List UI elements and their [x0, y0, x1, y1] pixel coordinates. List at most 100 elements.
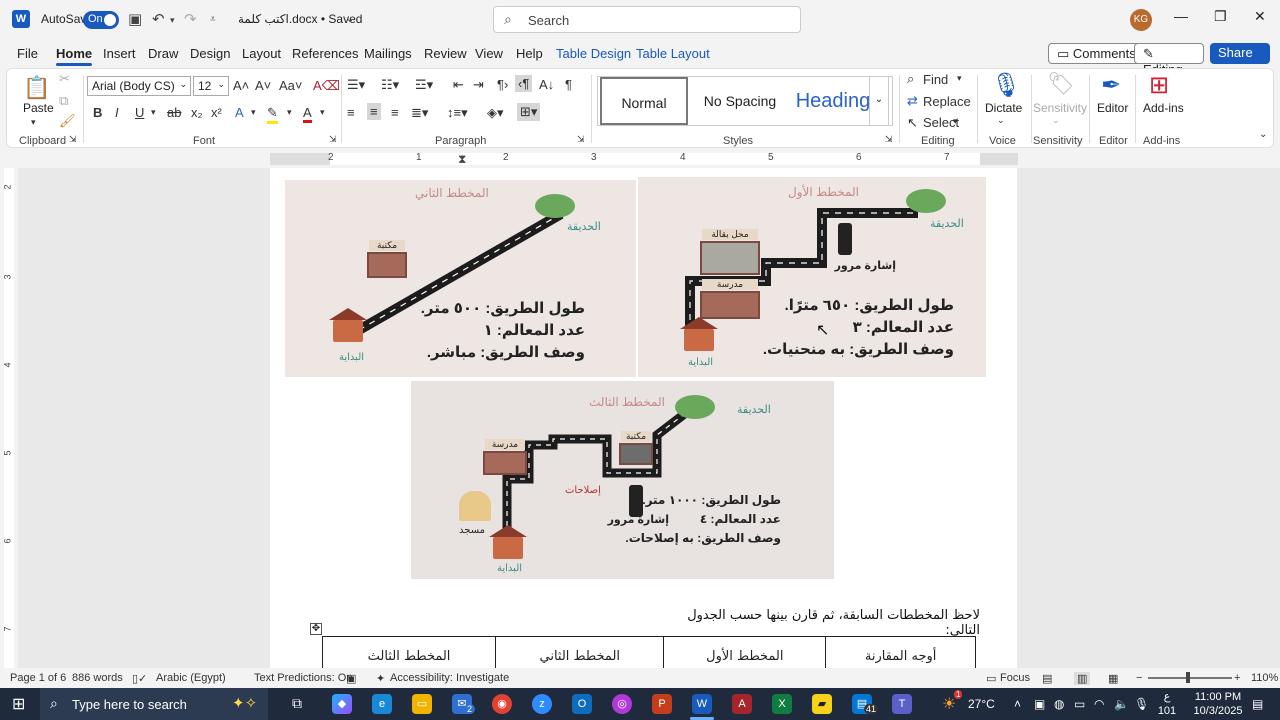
- clipboard-launcher-icon[interactable]: ⇲: [69, 134, 77, 145]
- customize-toolbar-icon[interactable]: ⩡: [210, 14, 216, 25]
- ltr-icon[interactable]: ¶›: [497, 77, 508, 92]
- find-label[interactable]: Find: [923, 72, 948, 87]
- editor-icon[interactable]: ✒: [1101, 71, 1121, 100]
- table-move-handle-icon[interactable]: ✥: [310, 623, 322, 635]
- document-title[interactable]: اكتب كلمة.docx • Saved: [238, 12, 362, 26]
- style-heading[interactable]: Heading: [788, 77, 878, 125]
- find-dropdown-icon[interactable]: ▾: [957, 73, 962, 84]
- tray-overflow-icon[interactable]: ˄: [1014, 697, 1021, 711]
- sensitivity-button-label[interactable]: Sensitivity: [1033, 101, 1087, 115]
- font-name-box[interactable]: Arial (Body CS) ⌄: [87, 76, 191, 96]
- tab-table-layout[interactable]: Table Layout: [636, 46, 710, 61]
- wifi-icon[interactable]: ◠: [1094, 697, 1104, 711]
- decrease-indent-icon[interactable]: ⇤: [453, 77, 464, 93]
- font-launcher-icon[interactable]: ⇲: [329, 134, 337, 145]
- macro-icon[interactable]: ▣: [346, 672, 356, 685]
- taskbar-search[interactable]: ⌕ Type here to search ✦✧: [40, 688, 268, 720]
- windows-start-icon[interactable]: ⊞: [12, 694, 25, 714]
- vertical-ruler[interactable]: 2 3 4 5 6 7: [0, 168, 18, 668]
- web-layout-icon[interactable]: ▦: [1108, 672, 1118, 685]
- copilot-sparkle-icon[interactable]: ✦✧: [232, 694, 257, 712]
- table-header-cell[interactable]: المخطط الثالث: [321, 636, 497, 668]
- select-dropdown-icon[interactable]: ▾: [953, 116, 958, 127]
- paragraph-launcher-icon[interactable]: ⇲: [577, 134, 585, 145]
- tab-mailings[interactable]: Mailings: [364, 46, 412, 61]
- tab-home[interactable]: Home: [56, 46, 93, 66]
- shrink-font-icon[interactable]: A˅: [255, 78, 271, 93]
- font-name-dropdown-icon[interactable]: ⌄: [179, 79, 187, 90]
- find-icon[interactable]: ⌕: [907, 71, 914, 87]
- font-size-dropdown-icon[interactable]: ⌄: [217, 79, 225, 90]
- zoom-slider-thumb[interactable]: [1186, 672, 1190, 683]
- superscript-icon[interactable]: x²: [211, 105, 222, 120]
- highlight-icon[interactable]: ✎: [267, 105, 278, 124]
- align-center-icon[interactable]: ≡: [367, 103, 381, 120]
- ruler-indent-marker-icon[interactable]: ⧗: [458, 152, 466, 167]
- zoom-in-icon[interactable]: +: [1234, 672, 1240, 684]
- print-layout-icon[interactable]: ▥: [1074, 672, 1091, 685]
- collapse-ribbon-icon[interactable]: ⌄: [1259, 129, 1267, 140]
- accessibility-status[interactable]: Accessibility: Investigate: [390, 672, 509, 684]
- shading-icon[interactable]: ◈▾: [487, 105, 504, 121]
- tab-file[interactable]: File: [17, 46, 38, 61]
- zoom-slider[interactable]: [1148, 677, 1232, 679]
- word-count[interactable]: 886 words: [72, 672, 123, 684]
- undo-icon[interactable]: ↶: [152, 10, 165, 28]
- underline-dropdown-icon[interactable]: ▾: [151, 107, 156, 118]
- highlight-dropdown-icon[interactable]: ▾: [287, 107, 292, 118]
- justify-icon[interactable]: ≣▾: [411, 105, 428, 121]
- zoom-app-icon[interactable]: z: [532, 694, 552, 714]
- align-left-icon[interactable]: ≡: [347, 105, 355, 120]
- undo-dropdown-icon[interactable]: ▾: [170, 15, 175, 26]
- tab-insert[interactable]: Insert: [103, 46, 136, 61]
- battery-icon[interactable]: ▭: [1074, 697, 1085, 711]
- weather-temp[interactable]: 27°C: [968, 697, 995, 711]
- borders-icon[interactable]: ⊞▾: [517, 103, 541, 121]
- cut-icon[interactable]: ✂: [59, 71, 70, 87]
- bullets-icon[interactable]: ☰▾: [347, 77, 365, 93]
- increase-indent-icon[interactable]: ⇥: [473, 77, 484, 93]
- bold-icon[interactable]: B: [93, 105, 102, 120]
- paste-icon[interactable]: 📋: [23, 75, 50, 101]
- sticky-notes-icon[interactable]: ▰: [812, 694, 832, 714]
- addins-button-label[interactable]: Add-ins: [1143, 101, 1184, 115]
- read-mode-icon[interactable]: ▤: [1042, 672, 1052, 685]
- avatar[interactable]: KG: [1130, 9, 1152, 31]
- text-predictions[interactable]: Text Predictions: On: [254, 672, 352, 684]
- sort-icon[interactable]: A↓: [539, 77, 554, 92]
- instruction-paragraph[interactable]: لاحظ المخططات السابقة، ثم قارن بينها حسب…: [650, 608, 980, 638]
- zoom-out-icon[interactable]: −: [1136, 672, 1142, 684]
- strikethrough-icon[interactable]: ab: [167, 105, 181, 120]
- tab-table-design[interactable]: Table Design: [556, 46, 631, 61]
- subscript-icon[interactable]: x₂: [191, 105, 203, 120]
- text-effects-icon[interactable]: A: [235, 105, 244, 120]
- tray-network-app-icon[interactable]: ◍: [1054, 697, 1064, 711]
- focus-icon[interactable]: ▭: [986, 672, 996, 685]
- mic-tray-icon[interactable]: 🎙: [1134, 697, 1149, 711]
- diagram-image-first-plan[interactable]: المخطط الأول الحديقة محل بقالة مدرسة إشا…: [638, 177, 986, 377]
- search-box[interactable]: ⌕ Search: [493, 6, 801, 33]
- styles-launcher-icon[interactable]: ⇲: [885, 134, 893, 145]
- table-header-cell[interactable]: أوجه المقارنة: [825, 636, 976, 668]
- proofing-icon[interactable]: ▯✓: [132, 672, 147, 685]
- replace-label[interactable]: Replace: [923, 94, 971, 109]
- font-color-dropdown-icon[interactable]: ▾: [320, 107, 325, 118]
- media-app-icon[interactable]: ◎: [612, 694, 632, 714]
- table-header-cell[interactable]: المخطط الثاني: [495, 636, 665, 668]
- line-spacing-icon[interactable]: ↕≡▾: [447, 105, 468, 121]
- share-button[interactable]: Share: [1210, 43, 1270, 64]
- change-case-icon[interactable]: Aa˅: [279, 78, 303, 93]
- numbering-icon[interactable]: ☷▾: [381, 77, 399, 93]
- paste-dropdown-icon[interactable]: ▾: [31, 117, 36, 128]
- page-count[interactable]: Page 1 of 6: [10, 672, 66, 684]
- input-language[interactable]: ع 101: [1152, 690, 1182, 718]
- tab-layout[interactable]: Layout: [242, 46, 281, 61]
- styles-more-icon[interactable]: ⌄: [869, 76, 889, 126]
- excel-icon[interactable]: X: [772, 694, 792, 714]
- autosave-toggle[interactable]: On: [83, 11, 119, 29]
- multilevel-list-icon[interactable]: ☲▾: [415, 77, 433, 93]
- document-canvas[interactable]: المخطط الثاني الحديقة مكتبة البداية طول …: [18, 168, 1280, 668]
- show-marks-icon[interactable]: ¶: [565, 77, 572, 92]
- addins-icon[interactable]: ⊞: [1149, 71, 1169, 100]
- font-color-icon[interactable]: A: [303, 105, 312, 123]
